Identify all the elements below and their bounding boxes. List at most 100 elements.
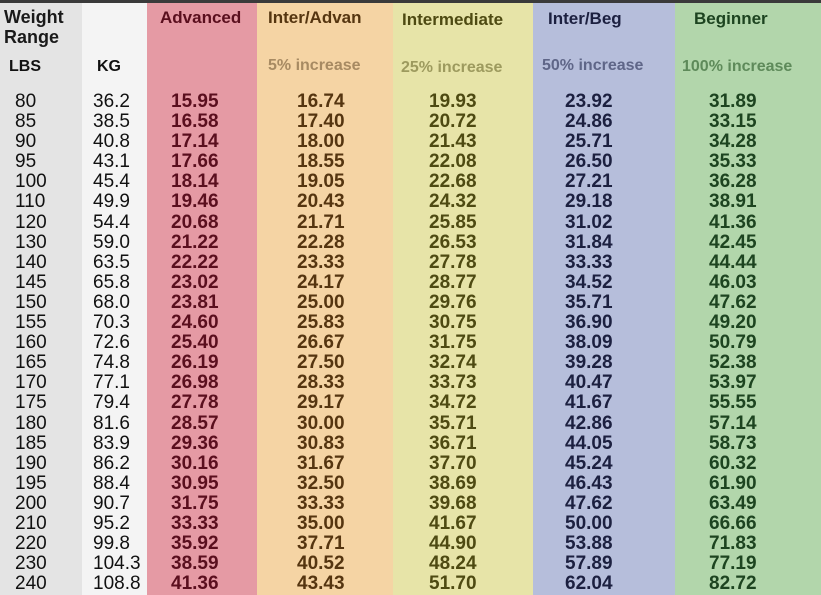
lbs-cell: 140 — [15, 251, 47, 273]
beginner-cell: 58.73 — [709, 432, 757, 454]
kg-cell: 70.3 — [93, 312, 130, 334]
advanced-cell: 16.58 — [171, 111, 219, 133]
advanced-cell: 38.59 — [171, 553, 219, 575]
kg-cell: 90.7 — [93, 492, 130, 514]
header-intermediate: Intermediate — [402, 10, 504, 29]
kg-cell: 99.8 — [93, 533, 130, 555]
lbs-cell: 240 — [15, 573, 47, 595]
intermediate-cell: 19.93 — [429, 91, 477, 112]
inter-beg-cell: 38.09 — [565, 332, 613, 354]
intermediate-cell: 51.70 — [429, 573, 477, 595]
inter-advan-cell: 20.43 — [297, 191, 345, 213]
inter-advan-cell: 25.00 — [297, 291, 345, 313]
intermediate-cell: 20.72 — [429, 111, 477, 133]
lbs-cell: 120 — [15, 211, 47, 233]
inter-advan-cell: 29.17 — [297, 392, 345, 414]
inter-advan-cell: 18.00 — [297, 131, 345, 153]
lbs-values: 80 85 90 95 100 110 120 130 140 145 150 155 160 165 17… — [15, 91, 47, 595]
advanced-cell: 26.19 — [171, 352, 219, 374]
beginner-cell: 36.28 — [709, 171, 757, 193]
kg-cell: 72.6 — [93, 332, 130, 354]
lbs-cell: 150 — [15, 291, 47, 313]
advanced-cell: 27.78 — [171, 392, 219, 414]
lbs-cell: 95 — [15, 151, 37, 173]
header-weight-line2: Range — [4, 27, 60, 47]
intermediate-cell: 29.76 — [429, 291, 477, 313]
inter-beg-cell: 27.21 — [565, 171, 613, 193]
inter-beg-cell: 31.84 — [565, 231, 613, 253]
inter-beg-cell: 36.90 — [565, 312, 613, 334]
kg-cell: 83.9 — [93, 432, 130, 454]
advanced-cell: 22.22 — [171, 251, 219, 273]
inter-advan-cell: 32.50 — [297, 472, 345, 494]
intermediate-cell: 41.67 — [429, 512, 477, 534]
inter-advan-cell: 43.43 — [297, 573, 345, 595]
inter-advan-cell: 30.00 — [297, 412, 345, 434]
lbs-cell: 210 — [15, 512, 47, 534]
beginner-cell: 53.97 — [709, 372, 757, 394]
advanced-values: 15.95 16.58 17.14 17.66 18.14 19.46 20.68 21.22… — [171, 91, 219, 594]
lbs-cell: 170 — [15, 372, 47, 394]
inter-advan-cell: 23.33 — [297, 251, 345, 273]
header-beginner: Beginner — [694, 9, 768, 28]
kg-cell: 81.6 — [93, 412, 130, 434]
inter-beg-cell: 24.86 — [565, 111, 613, 133]
inter-advan-cell: 24.17 — [297, 271, 345, 293]
intermediate-cell: 48.24 — [429, 553, 477, 575]
inter-beg-values: 23.92 24.86 25.71 26.50 27.21 29.18 31.02 31.84… — [565, 91, 613, 595]
intermediate-cell: 36.71 — [429, 432, 477, 454]
inter-advan-cell: 33.33 — [297, 492, 345, 514]
beginner-cell: 52.38 — [709, 352, 757, 374]
intermediate-cell: 38.69 — [429, 472, 477, 494]
intermediate-cell: 22.68 — [429, 171, 477, 193]
header-inter-beg-sub: 50% increase — [542, 57, 644, 74]
advanced-cell: 25.40 — [171, 332, 219, 354]
lbs-cell: 220 — [15, 533, 47, 555]
header-advanced: Advanced — [160, 8, 242, 27]
advanced-cell: 24.60 — [171, 312, 219, 334]
lbs-cell: 110 — [15, 191, 46, 213]
intermediate-cell: 27.78 — [429, 251, 477, 273]
intermediate-cell: 24.32 — [429, 191, 477, 213]
lbs-cell: 165 — [15, 352, 47, 374]
beginner-cell: 55.55 — [709, 392, 757, 414]
kg-cell: 63.5 — [93, 251, 130, 273]
kg-cell: 108.8 — [93, 573, 141, 595]
inter-beg-cell: 57.89 — [565, 553, 613, 575]
inter-beg-cell: 62.04 — [565, 573, 613, 595]
inter-beg-cell: 44.05 — [565, 432, 613, 454]
inter-beg-cell: 35.71 — [565, 291, 613, 313]
intermediate-cell: 39.68 — [429, 492, 477, 514]
intermediate-cell: 35.71 — [429, 412, 477, 434]
header-weight-line1: Weight — [4, 7, 64, 27]
inter-advan-cell: 26.67 — [297, 332, 345, 354]
advanced-cell: 28.57 — [171, 412, 219, 434]
intermediate-cell: 21.43 — [429, 131, 477, 153]
inter-advan-cell: 31.67 — [297, 452, 345, 474]
inter-advan-cell: 27.50 — [297, 352, 345, 374]
kg-cell: 86.2 — [93, 452, 130, 474]
beginner-cell: 38.91 — [709, 191, 757, 213]
kg-cell: 59.0 — [93, 231, 130, 253]
inter-advan-cell: 21.71 — [297, 211, 345, 233]
advanced-cell: 35.92 — [171, 533, 219, 555]
beginner-cell: 41.36 — [709, 211, 757, 233]
inter-advan-cell: 19.05 — [297, 171, 345, 193]
lbs-cell: 100 — [15, 171, 47, 193]
inter-beg-cell: 46.43 — [565, 472, 613, 494]
inter-advan-cell: 30.83 — [297, 432, 345, 454]
beginner-cell: 60.32 — [709, 452, 757, 474]
kg-cell: 43.1 — [93, 151, 130, 173]
inter-advan-cell: 25.83 — [297, 312, 345, 334]
advanced-cell: 26.98 — [171, 372, 219, 394]
beginner-cell: 33.15 — [709, 111, 757, 133]
inter-beg-cell: 47.62 — [565, 492, 613, 514]
lbs-cell: 230 — [15, 553, 47, 575]
inter-beg-cell: 31.02 — [565, 211, 613, 233]
advanced-cell: 29.36 — [171, 432, 219, 454]
beginner-cell: 77.19 — [709, 553, 757, 575]
header-beginner-sub: 100% increase — [682, 58, 793, 75]
beginner-cell: 49.20 — [709, 312, 757, 334]
lbs-cell: 180 — [15, 412, 47, 434]
intermediate-cell: 31.75 — [429, 332, 477, 354]
